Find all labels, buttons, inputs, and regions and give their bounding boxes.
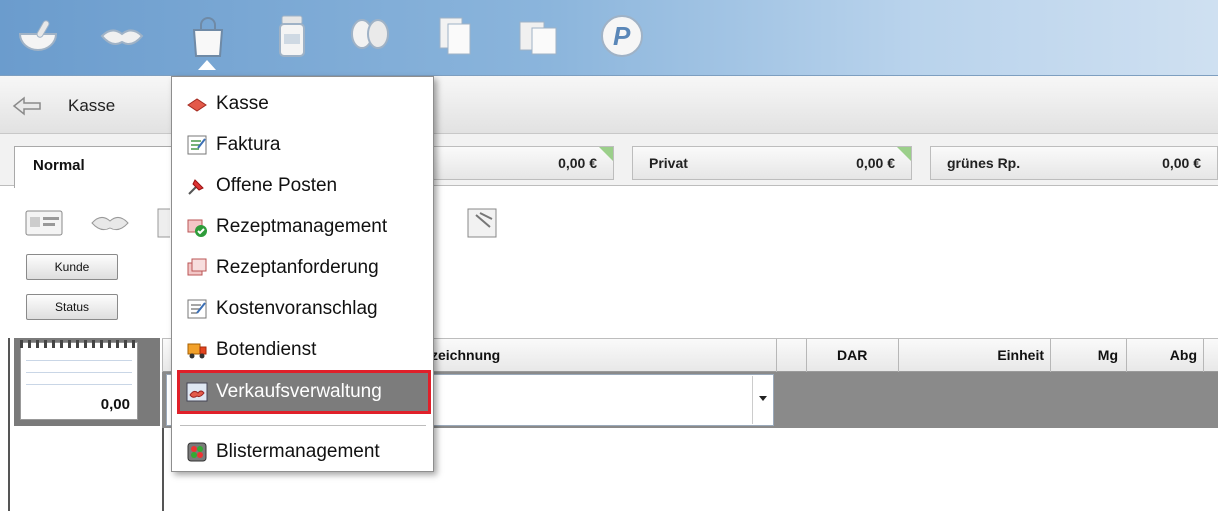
column-einheit[interactable]: Einheit bbox=[898, 339, 1050, 373]
column-dar[interactable]: DAR bbox=[806, 339, 898, 373]
status-button[interactable]: Status bbox=[26, 294, 118, 320]
shopping-bag-icon[interactable] bbox=[184, 12, 232, 60]
menu-item-blistermanagement[interactable]: Blistermanagement bbox=[180, 433, 428, 471]
menu-item-label: Botendienst bbox=[216, 339, 317, 360]
menu-item-label: Kasse bbox=[216, 93, 269, 114]
documents-icon[interactable] bbox=[432, 12, 480, 60]
mortar-pestle-icon[interactable] bbox=[14, 12, 62, 60]
menu-item-rezeptanforderung[interactable]: Rezeptanforderung bbox=[180, 249, 428, 287]
sum-amount: 0,00 € bbox=[558, 155, 597, 171]
prescription-check-icon bbox=[186, 216, 208, 238]
menu-item-botendienst[interactable]: Botendienst bbox=[180, 331, 428, 369]
sum-box-1[interactable]: 0,00 € bbox=[432, 146, 614, 180]
menu-item-faktura[interactable]: Faktura bbox=[180, 126, 428, 164]
menu-item-label: Kostenvoranschlag bbox=[216, 298, 378, 319]
sum-label: Privat bbox=[649, 155, 688, 171]
menu-divider bbox=[180, 425, 426, 426]
sum-box-gruenes-rp[interactable]: grünes Rp. 0,00 € bbox=[930, 146, 1218, 180]
page-title: Kasse bbox=[68, 96, 116, 115]
kunde-button[interactable]: Kunde bbox=[26, 254, 118, 280]
customer-card-icon[interactable] bbox=[24, 205, 64, 241]
cash-register-icon bbox=[186, 93, 208, 115]
heads-icon[interactable] bbox=[346, 12, 394, 60]
blister-icon bbox=[186, 441, 208, 463]
notepad-spiral bbox=[20, 340, 138, 348]
handshake-small-icon[interactable] bbox=[90, 205, 130, 241]
corner-marker bbox=[599, 147, 613, 161]
menu-item-label: Rezeptanforderung bbox=[216, 257, 379, 278]
svg-text:P: P bbox=[613, 21, 631, 51]
files-icon[interactable] bbox=[514, 12, 562, 60]
corner-marker bbox=[897, 147, 911, 161]
p-logo-icon[interactable]: P bbox=[598, 12, 646, 60]
menu-item-offene-posten[interactable]: Offene Posten bbox=[180, 167, 428, 205]
sum-box-privat[interactable]: Privat 0,00 € bbox=[632, 146, 912, 180]
tab-label: Normal bbox=[33, 157, 85, 174]
notepad-line bbox=[26, 384, 132, 385]
menu-item-rezeptmanagement[interactable]: Rezeptmanagement bbox=[180, 208, 428, 246]
app-window: P Kasse Normal 0,00 € Privat 0,00 € grün… bbox=[0, 0, 1218, 511]
menu-item-kasse[interactable]: Kasse bbox=[180, 85, 428, 123]
menu-item-label: Offene Posten bbox=[216, 175, 338, 196]
notepad-line bbox=[26, 360, 132, 361]
menu-item-verkaufsverwaltung[interactable]: Verkaufsverwaltung bbox=[177, 370, 431, 414]
handshake-icon[interactable] bbox=[98, 12, 146, 60]
dropdown-menu: Kasse Faktura Offene Posten Rezeptmanage… bbox=[171, 76, 434, 472]
pin-note-icon[interactable] bbox=[462, 205, 502, 241]
prescription-request-icon bbox=[186, 257, 208, 279]
sum-amount: 0,00 € bbox=[1162, 155, 1201, 171]
column-spacer bbox=[776, 339, 806, 373]
menu-item-label: Rezeptmanagement bbox=[216, 216, 388, 237]
menu-item-label: Blistermanagement bbox=[216, 441, 380, 462]
main-toolbar: P bbox=[0, 0, 1218, 76]
sum-label: grünes Rp. bbox=[947, 155, 1021, 171]
column-abg[interactable]: Abg bbox=[1126, 339, 1204, 373]
back-arrow-icon[interactable] bbox=[12, 92, 44, 116]
pin-icon bbox=[186, 175, 208, 197]
tab-normal[interactable]: Normal bbox=[14, 146, 174, 188]
notepad-line bbox=[26, 372, 132, 373]
chevron-down-icon[interactable] bbox=[752, 376, 772, 424]
menu-item-kostenvoranschlag[interactable]: Kostenvoranschlag bbox=[180, 290, 428, 328]
column-mg[interactable]: Mg bbox=[1050, 339, 1126, 373]
menu-caret bbox=[198, 60, 216, 70]
menu-item-label: Faktura bbox=[216, 134, 281, 155]
sales-admin-icon bbox=[186, 381, 208, 403]
left-border bbox=[8, 338, 10, 511]
invoice-icon bbox=[186, 134, 208, 156]
sum-amount: 0,00 € bbox=[856, 155, 895, 171]
estimate-icon bbox=[186, 298, 208, 320]
delivery-truck-icon bbox=[186, 339, 208, 361]
medicine-bottle-icon[interactable] bbox=[268, 12, 316, 60]
document-small-icon[interactable] bbox=[156, 205, 170, 241]
menu-item-label: Verkaufsverwaltung bbox=[216, 381, 382, 402]
notepad-total: 0,00 bbox=[100, 396, 130, 413]
